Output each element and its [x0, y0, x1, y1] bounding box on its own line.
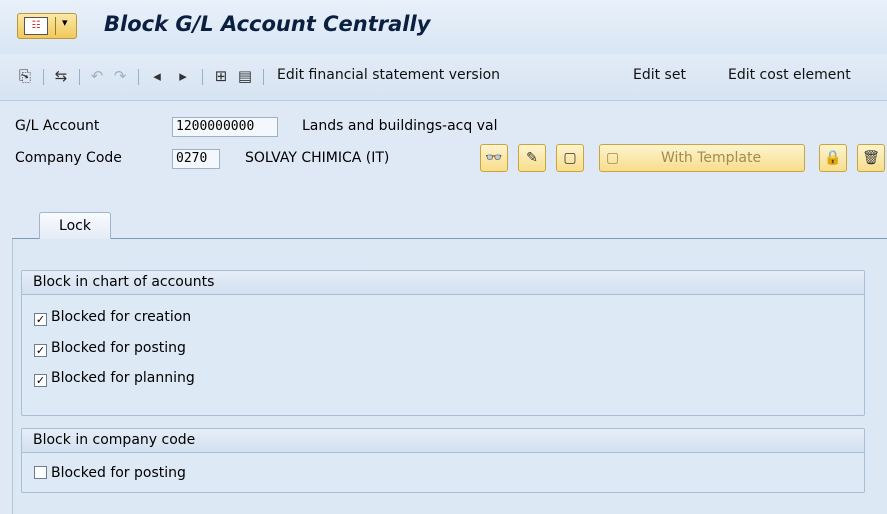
group-company-code: Block in company code Blocked for postin… [21, 428, 865, 493]
checkbox-checked-icon[interactable]: ✓ [34, 313, 47, 326]
with-template-label: With Template [660, 150, 762, 166]
checkbox-blocked-for-planning[interactable]: ✓ Blocked for planning [34, 370, 195, 390]
sap-menu-icon: ☷ [24, 17, 48, 35]
checkbox-label: Blocked for planning [51, 370, 195, 386]
lock-button[interactable]: 🔒 [819, 144, 847, 172]
divider [202, 69, 203, 85]
company-code-label: Company Code [15, 150, 122, 166]
gl-account-label: G/L Account [15, 118, 100, 134]
change-button[interactable]: ✎ [518, 144, 546, 172]
create-button[interactable]: ▢ [556, 144, 584, 172]
pencil-icon: ✎ [526, 150, 538, 166]
checkbox-label: Blocked for posting [51, 340, 186, 356]
document-icon: ▢ [563, 150, 577, 166]
edit-cost-element-link[interactable]: Edit cost element [728, 67, 851, 83]
checkbox-label: Blocked for posting [51, 465, 186, 481]
gl-account-field[interactable]: 1200000000 [172, 117, 278, 137]
application-toolbar: ⎘ ⇆ ↶ ↷ ◂ ▸ ⊞ ▤ Edit financial statement… [0, 54, 887, 101]
chevron-down-icon: ▾ [62, 16, 68, 29]
redo-icon[interactable]: ↷ [111, 67, 129, 85]
next-icon[interactable]: ▸ [174, 67, 192, 85]
undo-icon[interactable]: ↶ [88, 67, 106, 85]
edit-set-link[interactable]: Edit set [633, 67, 686, 83]
divider [79, 69, 80, 85]
with-template-button[interactable]: ▢ With Template [599, 144, 805, 172]
display-button[interactable]: 👓 [480, 144, 508, 172]
doc-icon[interactable]: ▤ [236, 67, 254, 85]
gl-account-description: Lands and buildings-acq val [302, 118, 498, 134]
tab-lock[interactable]: Lock [39, 212, 111, 239]
group-title: Block in chart of accounts [22, 271, 864, 295]
divider [263, 69, 264, 85]
checkbox-label: Blocked for creation [51, 309, 192, 325]
document-icon: ▢ [606, 150, 620, 166]
group-chart-of-accounts: Block in chart of accounts ✓ Blocked for … [21, 270, 865, 416]
checkbox-blocked-for-creation[interactable]: ✓ Blocked for creation [34, 309, 191, 329]
divider [55, 17, 56, 35]
checkbox-checked-icon[interactable]: ✓ [34, 374, 47, 387]
trash-icon: 🗑 [862, 150, 880, 166]
prev-icon[interactable]: ◂ [148, 67, 166, 85]
company-code-description: SOLVAY CHIMICA (IT) [245, 150, 390, 166]
divider [138, 69, 139, 85]
delete-button[interactable]: 🗑 [857, 144, 885, 172]
lock-icon: 🔒 [824, 150, 842, 166]
checkbox-cc-blocked-for-posting[interactable]: Blocked for posting [34, 465, 186, 485]
page-title: Block G/L Account Centrally [104, 12, 431, 36]
display-change-icon[interactable]: ⎘ [16, 67, 34, 85]
other-object-icon[interactable]: ⇆ [52, 67, 70, 85]
checkbox-blocked-for-posting[interactable]: ✓ Blocked for posting [34, 340, 186, 360]
layout-icon[interactable]: ⊞ [212, 67, 230, 85]
tab-strip-line [12, 238, 887, 239]
checkbox-unchecked-icon[interactable] [34, 466, 47, 479]
glasses-icon: 👓 [485, 150, 503, 166]
edit-fs-version-link[interactable]: Edit financial statement version [277, 67, 500, 83]
group-title: Block in company code [22, 429, 864, 453]
divider [43, 69, 44, 85]
company-code-field[interactable]: 0270 [172, 149, 220, 169]
title-bar: ☷ ▾ Block G/L Account Centrally [0, 0, 887, 54]
system-menu-button[interactable]: ☷ ▾ [17, 13, 77, 39]
checkbox-checked-icon[interactable]: ✓ [34, 344, 47, 357]
